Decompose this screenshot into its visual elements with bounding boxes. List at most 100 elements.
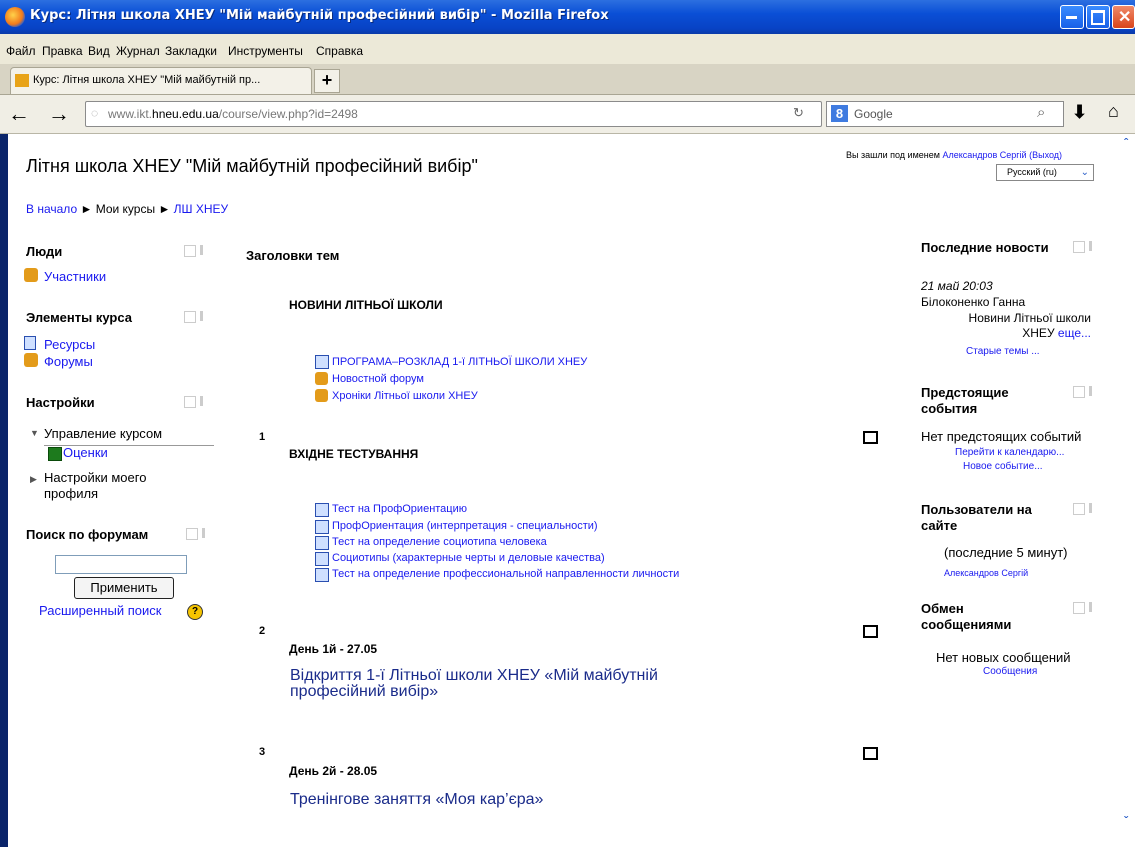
upcoming-events-title: Предстоящие события (921, 385, 1009, 416)
new-tab-button[interactable]: + (314, 69, 340, 93)
home-icon[interactable]: ⌂ (1108, 101, 1119, 122)
logout-link[interactable]: (Выход) (1029, 150, 1062, 160)
forums-link[interactable]: Форумы (44, 354, 93, 369)
news-author: Білоконенко Ганна (921, 295, 1026, 309)
section-3-number: 3 (259, 746, 266, 758)
tab-course[interactable]: Курс: Літня школа ХНЕУ "Мій майбутній пр… (10, 67, 312, 94)
resource-icon (24, 336, 36, 350)
section-0-item-1[interactable]: ПРОГРАМА–РОЗКЛАД 1-ї ЛІТНЬОЇ ШКОЛИ ХНЕУ (332, 356, 587, 368)
block-control-icon[interactable] (186, 528, 220, 540)
block-control-icon[interactable] (184, 396, 218, 408)
section-1-number: 1 (259, 431, 266, 443)
page-content: Літня школа ХНЕУ "Мій майбутній професій… (8, 134, 1135, 847)
settings-block-title: Настройки (26, 395, 95, 410)
block-control-icon[interactable] (1073, 386, 1107, 398)
participants-icon (24, 268, 38, 282)
calendar-link[interactable]: Перейти к календарю... (955, 447, 1064, 458)
menu-help[interactable]: Справка (316, 44, 363, 58)
expanded-triangle-icon[interactable]: ▼ (30, 428, 39, 438)
forward-arrow-icon[interactable]: → (48, 101, 70, 127)
section-1-item-3[interactable]: Тест на определение социотипа человека (332, 536, 547, 548)
news-more-link[interactable]: еще... (1058, 326, 1091, 340)
block-control-icon[interactable] (1073, 602, 1107, 614)
messages-link[interactable]: Сообщения (983, 666, 1037, 677)
block-control-icon[interactable] (184, 245, 218, 257)
section-3-day: День 2й - 28.05 (289, 764, 378, 778)
search-engine-icon[interactable]: 8 (831, 105, 848, 122)
help-icon[interactable]: ? (187, 604, 203, 620)
section-1-item-4[interactable]: Социотипы (характерные черты и деловые к… (332, 552, 605, 564)
user-link[interactable]: Александров Сергій (942, 150, 1026, 160)
no-messages-text: Нет новых сообщений (936, 650, 1071, 665)
course-admin-item[interactable]: Управление курсом (44, 426, 162, 441)
block-control-icon[interactable] (184, 311, 218, 323)
section-2-title: Відкриття 1-ї Літньої школи ХНЕУ «Мій ма… (290, 667, 658, 700)
download-arrow-icon[interactable]: ⬇ (1072, 102, 1087, 123)
topics-title: Заголовки тем (246, 248, 340, 263)
apply-button[interactable]: Применить (74, 577, 174, 599)
forum-icon (24, 353, 38, 367)
people-block-title: Люди (26, 244, 63, 259)
search-icon[interactable]: ⌕ (1037, 104, 1045, 121)
section-highlight-checkbox[interactable] (863, 431, 878, 444)
breadcrumb-course[interactable]: ЛШ ХНЕУ (174, 202, 229, 216)
advanced-search-link[interactable]: Расширенный поиск (39, 603, 161, 618)
new-event-link[interactable]: Новое событие... (963, 461, 1043, 472)
section-0-item-2[interactable]: Новостной форум (332, 373, 424, 385)
scroll-up-icon[interactable]: ˆ (1124, 136, 1128, 150)
menu-tools[interactable]: Инструменты (228, 44, 303, 58)
menu-file[interactable]: Файл (6, 44, 36, 58)
maximize-button[interactable] (1086, 5, 1110, 29)
tab-title: Курс: Літня школа ХНЕУ "Мій майбутній пр… (33, 74, 261, 86)
old-topics-link[interactable]: Старые темы ... (966, 346, 1040, 357)
search-bar[interactable]: 8 Google ⌕ (826, 101, 1064, 127)
search-engine-name: Google (854, 107, 893, 121)
menu-view[interactable]: Вид (88, 44, 110, 58)
online-users-range: (последние 5 минут) (944, 545, 1068, 560)
section-1-item-5[interactable]: Тест на определение профессиональной нап… (332, 568, 679, 580)
resources-link[interactable]: Ресурсы (44, 337, 95, 352)
scroll-down-icon[interactable]: ˇ (1124, 814, 1128, 828)
section-0-title: НОВИНИ ЛІТНЬОЇ ШКОЛИ (289, 298, 443, 312)
section-2-number: 2 (259, 625, 266, 637)
resource-icon (315, 355, 329, 369)
navigation-bar: ← → ◌ www.ikt.hneu.edu.ua/course/view.ph… (0, 95, 1135, 134)
section-1-item-2[interactable]: ПрофОриентация (интерпретация - специаль… (332, 520, 598, 532)
site-identity-icon[interactable]: ◌ (91, 106, 98, 120)
breadcrumb-my-courses: Мои курсы (95, 202, 156, 216)
menu-bookmarks[interactable]: Закладки (165, 44, 217, 58)
minimize-button[interactable] (1060, 5, 1084, 29)
collapsed-triangle-icon[interactable]: ▶ (30, 474, 37, 485)
firefox-logo-icon (5, 7, 25, 27)
menu-edit[interactable]: Правка (42, 44, 83, 58)
forum-icon (315, 372, 328, 385)
latest-news-title: Последние новости (921, 240, 1049, 255)
back-arrow-icon[interactable]: ← (8, 101, 30, 127)
participants-link[interactable]: Участники (44, 269, 106, 284)
grades-link[interactable]: Оценки (63, 445, 108, 460)
online-user-link[interactable]: Александров Сергій (944, 568, 1028, 578)
section-1-item-1[interactable]: Тест на ПрофОриентацию (332, 503, 467, 515)
reload-icon[interactable]: ↻ (793, 105, 804, 121)
news-text: Новини Літньої школи ХНЕУ еще... (968, 311, 1091, 340)
window-titlebar: Курс: Літня школа ХНЕУ "Мій майбутній пр… (0, 0, 1135, 34)
quiz-icon (315, 568, 329, 582)
language-select[interactable]: Русский (ru) ⌄ (996, 164, 1094, 181)
block-control-icon[interactable] (1073, 503, 1107, 515)
section-highlight-checkbox[interactable] (863, 747, 878, 760)
section-highlight-checkbox[interactable] (863, 625, 878, 638)
forum-search-title: Поиск по форумам (26, 527, 149, 542)
menu-history[interactable]: Журнал (116, 44, 160, 58)
forum-search-input[interactable] (55, 555, 187, 574)
block-control-icon[interactable] (1073, 241, 1107, 253)
url-bar[interactable]: ◌ www.ikt.hneu.edu.ua/course/view.php?id… (85, 101, 822, 127)
moodle-favicon-icon (15, 74, 29, 87)
section-0-item-3[interactable]: Хроніки Літньої школи ХНЕУ (332, 390, 478, 402)
profile-settings-item[interactable]: Настройки моего профиля (44, 470, 146, 502)
resource-icon (315, 520, 329, 534)
breadcrumb-home[interactable]: В начало (26, 202, 77, 216)
quiz-icon (315, 503, 329, 517)
close-window-button[interactable]: ✕ (1112, 5, 1135, 29)
section-3-title: Тренінгове заняття «Моя кар’єра» (290, 791, 544, 808)
tab-strip: Курс: Літня школа ХНЕУ "Мій майбутній пр… (0, 64, 1135, 95)
